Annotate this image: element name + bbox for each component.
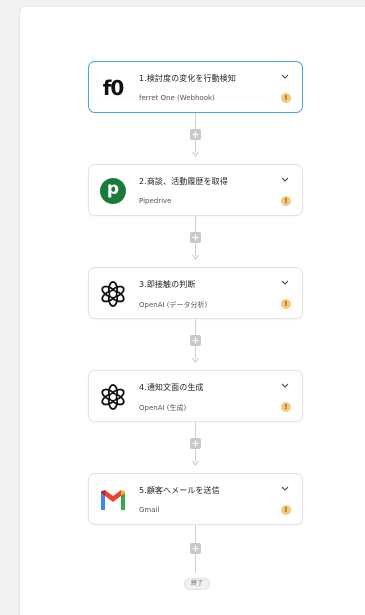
step-card-2[interactable]: p 2.商談、活動履歴を取得 Pipedrive ! (88, 164, 303, 216)
openai-logo (99, 280, 127, 308)
chevron-down-icon[interactable] (280, 381, 290, 391)
add-step-button[interactable] (190, 438, 201, 449)
warning-icon: ! (281, 505, 291, 515)
step-connector (187, 319, 205, 370)
chevron-down-icon[interactable] (280, 175, 290, 185)
plus-icon (192, 440, 199, 447)
step-card-4[interactable]: 4.通知文面の生成 OpenAI (生成) ! (88, 370, 303, 422)
step-card-5[interactable]: 5.顧客へメールを送信 Gmail ! (88, 473, 303, 525)
step-connector (187, 525, 205, 578)
plus-icon (192, 545, 199, 552)
arrow-down-icon (192, 151, 199, 157)
arrow-down-icon (192, 460, 199, 466)
step-title: 1.検討度の変化を行動検知 (139, 74, 236, 83)
add-step-button[interactable] (190, 335, 201, 346)
warning-icon: ! (281, 93, 291, 103)
pipedrive-logo-text: p (106, 179, 120, 199)
step-title: 2.商談、活動履歴を取得 (139, 177, 228, 186)
step-card-3[interactable]: 3.即接触の判断 OpenAI (データ分析) ! (88, 267, 303, 319)
step-connector (187, 113, 205, 164)
add-step-button[interactable] (190, 129, 201, 140)
step-app: OpenAI (データ分析) (139, 301, 208, 309)
plus-icon (192, 234, 199, 241)
step-connector (187, 216, 205, 267)
step-app: Gmail (139, 506, 160, 514)
step-connector (187, 422, 205, 473)
add-step-button[interactable] (190, 543, 201, 554)
step-app: ferret One (Webhook) (139, 94, 215, 102)
workflow-flow: f0 1.検討度の変化を行動検知 ferret One (Webhook) ! … (20, 7, 365, 615)
workflow-canvas: f0 1.検討度の変化を行動検知 ferret One (Webhook) ! … (19, 6, 365, 615)
plus-icon (192, 337, 199, 344)
ferret-one-logo-text: f0 (102, 76, 125, 100)
plus-icon (192, 131, 199, 138)
step-app: OpenAI (生成) (139, 404, 187, 412)
step-app: Pipedrive (139, 197, 172, 205)
end-badge: 終了 (184, 578, 210, 590)
warning-icon: ! (281, 402, 291, 412)
chevron-down-icon[interactable] (280, 72, 290, 82)
ferret-one-logo: f0 (99, 74, 127, 102)
step-title: 4.通知文面の生成 (139, 383, 204, 392)
arrow-down-icon (192, 254, 199, 260)
warning-icon: ! (281, 299, 291, 309)
chevron-down-icon[interactable] (280, 484, 290, 494)
warning-icon: ! (281, 196, 291, 206)
add-step-button[interactable] (190, 232, 201, 243)
openai-logo (99, 383, 127, 411)
step-title: 3.即接触の判断 (139, 280, 196, 289)
pipedrive-logo: p (99, 177, 127, 205)
chevron-down-icon[interactable] (280, 278, 290, 288)
arrow-down-icon (192, 357, 199, 363)
gmail-logo (99, 486, 127, 514)
step-title: 5.顧客へメールを送信 (139, 486, 220, 495)
step-card-1[interactable]: f0 1.検討度の変化を行動検知 ferret One (Webhook) ! (88, 61, 303, 113)
